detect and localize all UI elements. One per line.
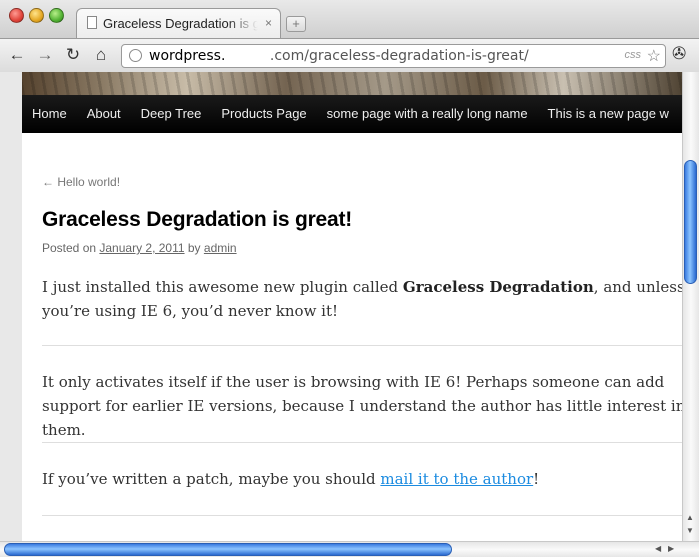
vertical-scroll-thumb[interactable] <box>684 160 697 284</box>
paragraph-3: If you’ve written a patch, maybe you sho… <box>42 467 682 491</box>
menu-item-new-page[interactable]: This is a new page w <box>538 95 679 133</box>
url-host: wordpress. <box>149 48 226 64</box>
post-meta: Posted on January 2, 2011 by admin <box>42 241 237 255</box>
previous-post-link[interactable]: ← Hello world! <box>42 175 120 189</box>
tab-title: Graceless Degradation is gre <box>103 16 258 31</box>
wrench-icon[interactable]: ✇ <box>672 44 686 64</box>
divider <box>42 345 682 346</box>
paragraph-2: It only activates itself if the user is … <box>42 373 682 439</box>
menu-item-deep-tree[interactable]: Deep Tree <box>131 95 212 133</box>
reload-icon[interactable]: ↻ <box>62 44 84 66</box>
site-menu: Home About Deep Tree Products Page some page… <box>22 95 682 133</box>
scroll-down-arrow-icon[interactable]: ▼ <box>686 526 694 535</box>
globe-icon <box>129 49 142 62</box>
zoom-window-button[interactable] <box>49 8 64 23</box>
home-icon[interactable]: ⌂ <box>90 44 112 66</box>
post-content: ← Hello world! Graceless Degradation is … <box>22 133 682 541</box>
menu-item-home[interactable]: Home <box>22 95 77 133</box>
css-badge[interactable]: css <box>625 49 642 61</box>
scroll-up-arrow-icon[interactable]: ▲ <box>686 513 694 522</box>
meta-by: by <box>184 241 204 255</box>
menu-item-products-page[interactable]: Products Page <box>211 95 316 133</box>
vertical-scrollbar[interactable]: ▲ ▼ <box>682 72 699 541</box>
menu-item-about[interactable]: About <box>77 95 131 133</box>
header-image <box>22 72 682 95</box>
close-tab-icon[interactable]: × <box>265 16 272 30</box>
browser-toolbar: ← → ↻ ⌂ wordpress. .com/graceless-degrad… <box>0 38 699 72</box>
bookmark-star-icon[interactable]: ☆ <box>647 46 661 66</box>
page-icon <box>87 16 97 29</box>
forward-icon[interactable]: → <box>34 44 56 66</box>
horizontal-scrollbar[interactable]: ◀ ▶ <box>0 541 699 557</box>
divider <box>42 442 682 443</box>
minimize-window-button[interactable] <box>29 8 44 23</box>
mail-author-link[interactable]: mail it to the author <box>380 470 533 488</box>
back-icon[interactable]: ← <box>6 44 28 66</box>
p3-text-before: If you’ve written a patch, maybe you sho… <box>42 470 381 488</box>
scroll-left-arrow-icon[interactable]: ◀ <box>655 544 661 553</box>
page-gutter <box>0 72 22 541</box>
p1-text-before: I just installed this awesome new plugin… <box>42 278 403 296</box>
url-path: .com/graceless-degradation-is-great/ <box>225 48 529 64</box>
page-viewport: Home About Deep Tree Products Page some page… <box>0 72 682 541</box>
p3-text-after: ! <box>533 470 540 488</box>
plugin-name: Graceless Degradation <box>402 278 594 296</box>
scroll-right-arrow-icon[interactable]: ▶ <box>668 544 674 553</box>
horizontal-scroll-thumb[interactable] <box>4 543 452 556</box>
close-window-button[interactable] <box>9 8 24 23</box>
post-date-link[interactable]: January 2, 2011 <box>99 241 184 255</box>
url-text: wordpress. .com/graceless-degradation-is… <box>149 48 529 64</box>
browser-tab[interactable]: Graceless Degradation is gre × <box>76 8 281 40</box>
divider <box>42 515 682 516</box>
new-tab-button[interactable]: + <box>286 16 306 32</box>
author-link[interactable]: admin <box>204 241 237 255</box>
menu-item-long-name-page[interactable]: some page with a really long name <box>317 95 538 133</box>
meta-posted-on: Posted on <box>42 241 100 255</box>
address-bar[interactable]: wordpress. .com/graceless-degradation-is… <box>121 44 666 68</box>
paragraph-1: I just installed this awesome new plugin… <box>42 275 682 323</box>
post-title: Graceless Degradation is great! <box>42 208 353 231</box>
window-titlebar: Graceless Degradation is gre × + <box>0 0 699 40</box>
